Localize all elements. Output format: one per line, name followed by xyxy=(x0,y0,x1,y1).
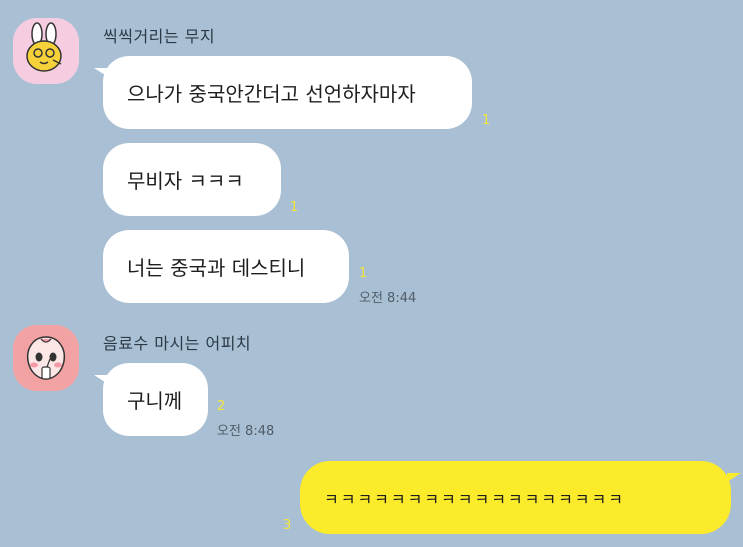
message-text: ㅋㅋㅋㅋㅋㅋㅋㅋㅋㅋㅋㅋㅋㅋㅋㅋㅋㅋ xyxy=(324,489,625,509)
message-time: 오전 8:44 xyxy=(359,291,417,306)
message-time: 오전 8:48 xyxy=(217,424,275,439)
avatar-muzi[interactable] xyxy=(13,18,79,84)
unread-count: 1 xyxy=(482,113,491,128)
sender-name: 씩씩거리는 무지 xyxy=(103,27,216,46)
message-text: 으나가 중국안간더고 선언하자마자 xyxy=(127,82,416,106)
sender-name: 음료수 마시는 어피치 xyxy=(103,334,252,353)
message-text: 구니께 xyxy=(127,389,183,413)
message-text: 무비자 ㅋㅋㅋ xyxy=(127,169,244,193)
message-bubble[interactable]: 구니께 xyxy=(94,363,208,436)
message-text: 너는 중국과 데스티니 xyxy=(127,256,306,280)
unread-count: 3 xyxy=(283,518,292,533)
message-bubble[interactable]: 너는 중국과 데스티니 xyxy=(103,230,349,303)
message-bubble[interactable]: 무비자 ㅋㅋㅋ xyxy=(103,143,281,216)
message-bubble[interactable]: 으나가 중국안간더고 선언하자마자 xyxy=(94,56,472,129)
my-message-bubble[interactable]: ㅋㅋㅋㅋㅋㅋㅋㅋㅋㅋㅋㅋㅋㅋㅋㅋㅋㅋ xyxy=(300,461,741,534)
muzi-character-icon xyxy=(13,18,79,84)
unread-count: 1 xyxy=(359,266,368,281)
unread-count: 1 xyxy=(290,200,299,215)
apeach-character-icon xyxy=(13,325,79,391)
unread-count: 2 xyxy=(217,399,226,414)
avatar-apeach[interactable] xyxy=(13,325,79,391)
